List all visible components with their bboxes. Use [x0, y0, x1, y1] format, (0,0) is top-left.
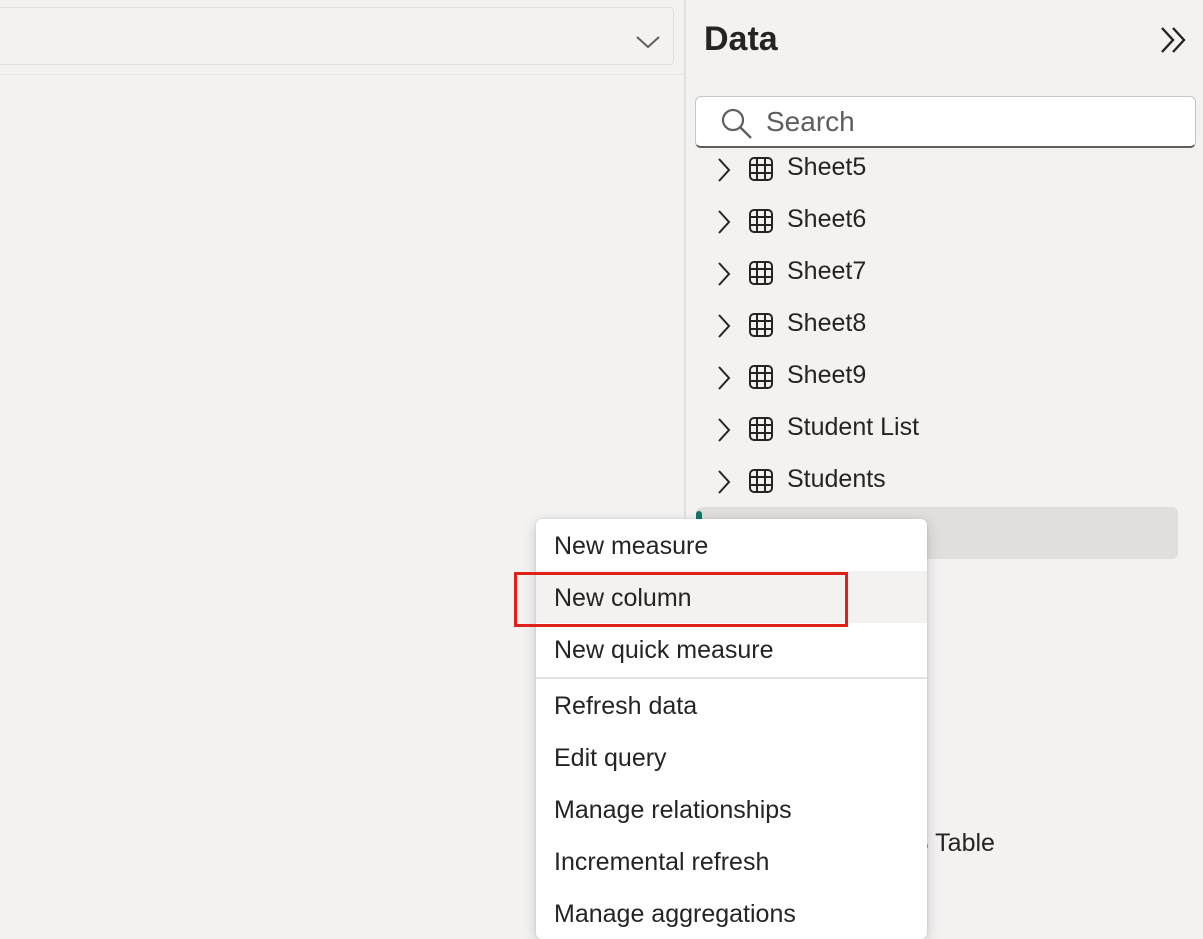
search-icon [720, 107, 754, 141]
table-label: Sheet8 [787, 309, 866, 338]
table-icon [748, 208, 774, 234]
table-row[interactable]: Sheet8 [686, 299, 1203, 351]
table-label: Students [787, 465, 886, 494]
menu-item-label: Manage relationships [554, 796, 792, 825]
dropdown-field[interactable] [0, 7, 674, 65]
pane-title: Data [704, 20, 778, 59]
table-row[interactable]: Sheet5 [686, 150, 1203, 195]
search-box[interactable] [695, 96, 1196, 148]
chevron-down-icon [635, 34, 661, 50]
table-label: Sheet5 [787, 153, 866, 182]
table-label: Sheet6 [787, 205, 866, 234]
table-row[interactable]: Sheet7 [686, 247, 1203, 299]
menu-item-new-measure[interactable]: New measure [536, 519, 927, 571]
menu-item-label: Manage aggregations [554, 900, 796, 929]
table-icon [748, 260, 774, 286]
menu-item-label: Incremental refresh [554, 848, 769, 877]
table-icon [748, 364, 774, 390]
chevron-right-icon [716, 313, 732, 339]
table-label: Sheet7 [787, 257, 866, 286]
menu-item-label: New measure [554, 532, 708, 561]
table-row[interactable]: Students [686, 455, 1203, 507]
chevron-right-icon [716, 469, 732, 495]
menu-item-manage-aggregations[interactable]: Manage aggregations [536, 887, 927, 939]
highlight-annotation [514, 572, 848, 627]
chevron-right-icon [716, 157, 732, 183]
chevron-right-icon [716, 209, 732, 235]
table-row[interactable]: Student List [686, 403, 1203, 455]
menu-item-refresh-data[interactable]: Refresh data [536, 679, 927, 731]
table-icon [748, 416, 774, 442]
chevron-right-icon [716, 365, 732, 391]
menu-item-edit-query[interactable]: Edit query [536, 731, 927, 783]
menu-item-new-quick-measure[interactable]: New quick measure [536, 623, 927, 675]
chevron-right-icon [716, 261, 732, 287]
chevron-right-icon [716, 417, 732, 443]
table-row[interactable]: Sheet6 [686, 195, 1203, 247]
table-label: Student List [787, 413, 919, 442]
menu-item-label: Edit query [554, 744, 667, 773]
menu-item-label: Refresh data [554, 692, 697, 721]
table-icon [748, 156, 774, 182]
menu-item-incremental-refresh[interactable]: Incremental refresh [536, 835, 927, 887]
collapse-pane-icon [1156, 22, 1192, 58]
collapse-pane-button[interactable] [1156, 22, 1192, 58]
search-input[interactable] [766, 105, 1166, 139]
menu-separator [536, 677, 927, 679]
menu-item-label: New quick measure [554, 636, 774, 665]
menu-item-manage-relationships[interactable]: Manage relationships [536, 783, 927, 835]
table-label: Sheet9 [787, 361, 866, 390]
table-icon [748, 312, 774, 338]
table-icon [748, 468, 774, 494]
table-row[interactable]: Sheet9 [686, 351, 1203, 403]
divider [0, 74, 684, 75]
